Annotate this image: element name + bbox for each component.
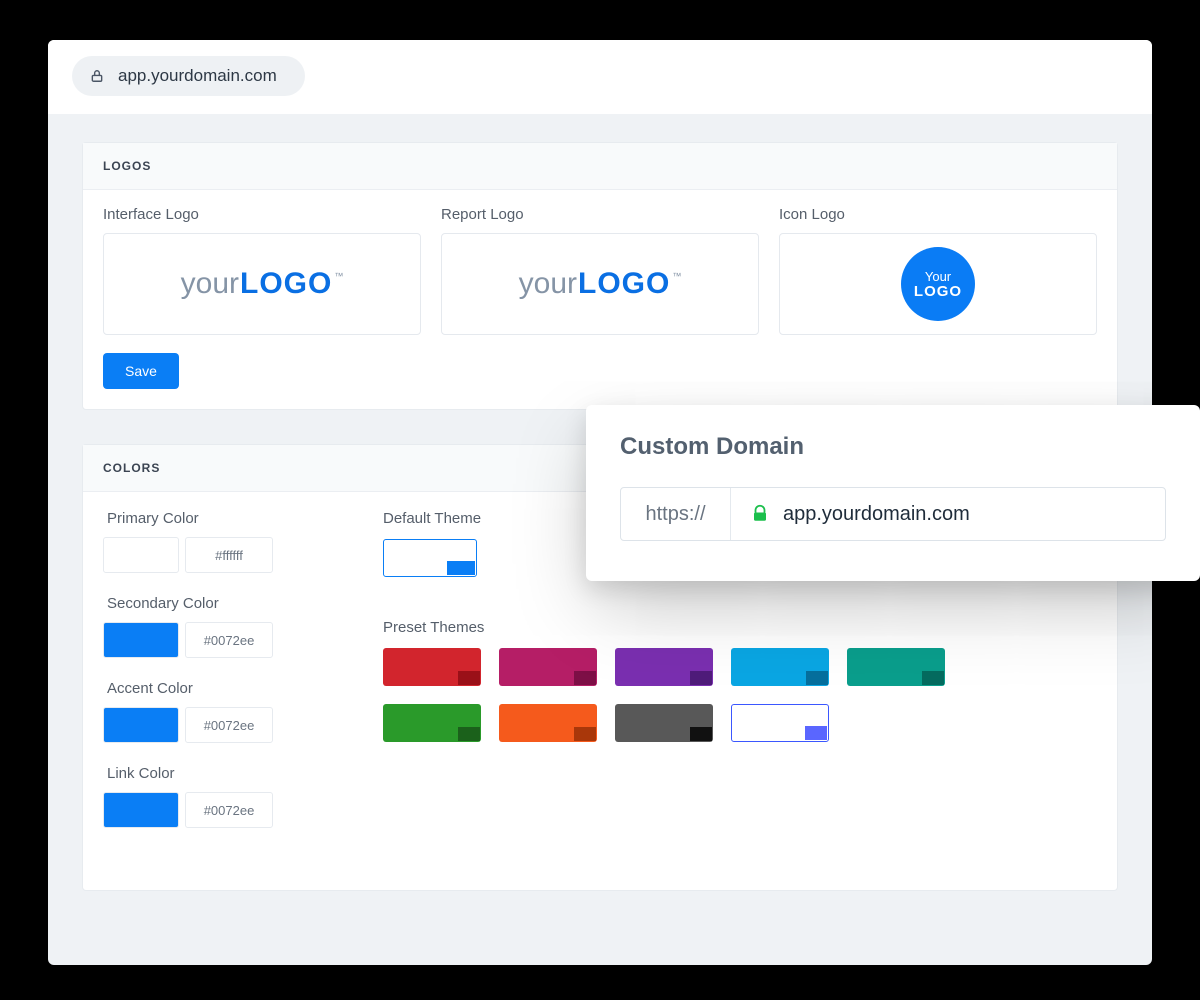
preset-theme-accent: [458, 671, 480, 685]
report-logo-label: Report Logo: [441, 206, 759, 223]
preset-theme[interactable]: [731, 648, 829, 686]
logo-wordmark: yourLOGO™: [519, 267, 682, 301]
preset-theme[interactable]: [499, 648, 597, 686]
icon-logo-box[interactable]: Your LOGO: [779, 233, 1097, 335]
preset-theme[interactable]: [615, 648, 713, 686]
preset-theme-accent: [690, 671, 712, 685]
default-theme-accent: [447, 561, 475, 575]
logo-wordmark: yourLOGO™: [181, 267, 344, 301]
preset-theme-accent: [574, 671, 596, 685]
preset-theme-accent: [806, 671, 828, 685]
secondary-color-hex[interactable]: #0072ee: [185, 622, 273, 658]
custom-domain-input[interactable]: https:// app.yourdomain.com: [620, 487, 1166, 541]
preset-theme-accent: [458, 727, 480, 741]
preset-theme-accent: [805, 726, 827, 740]
preset-theme[interactable]: [383, 648, 481, 686]
browser-bar: app.yourdomain.com: [48, 40, 1152, 114]
url-text: app.yourdomain.com: [118, 66, 277, 86]
primary-color-swatch[interactable]: [103, 537, 179, 573]
logos-panel: LOGOS Interface Logo yourLOGO™ Report Lo…: [82, 142, 1118, 410]
save-button[interactable]: Save: [103, 353, 179, 389]
preset-theme[interactable]: [383, 704, 481, 742]
link-color-swatch[interactable]: [103, 792, 179, 828]
accent-color-swatch[interactable]: [103, 707, 179, 743]
link-color-hex[interactable]: #0072ee: [185, 792, 273, 828]
preset-theme[interactable]: [499, 704, 597, 742]
color-fields: Primary Color #ffffff Secondary Color #0…: [103, 510, 323, 850]
accent-color-field: Accent Color #0072ee: [103, 680, 323, 743]
url-pill[interactable]: app.yourdomain.com: [72, 56, 305, 96]
preset-theme-grid: [383, 648, 983, 742]
domain-value-text: app.yourdomain.com: [783, 503, 970, 526]
logos-heading: LOGOS: [83, 143, 1117, 190]
preset-theme[interactable]: [615, 704, 713, 742]
primary-color-label: Primary Color: [107, 510, 323, 527]
secondary-color-field: Secondary Color #0072ee: [103, 595, 323, 658]
report-logo-box[interactable]: yourLOGO™: [441, 233, 759, 335]
custom-domain-title: Custom Domain: [620, 433, 1166, 461]
preset-theme[interactable]: [731, 704, 829, 742]
interface-logo-group: Interface Logo yourLOGO™: [103, 206, 421, 335]
preset-theme-accent: [690, 727, 712, 741]
interface-logo-box[interactable]: yourLOGO™: [103, 233, 421, 335]
domain-value-wrap: app.yourdomain.com: [731, 488, 1165, 540]
icon-logo-group: Icon Logo Your LOGO: [779, 206, 1097, 335]
accent-color-hex[interactable]: #0072ee: [185, 707, 273, 743]
report-logo-group: Report Logo yourLOGO™: [441, 206, 759, 335]
interface-logo-label: Interface Logo: [103, 206, 421, 223]
preset-theme-accent: [922, 671, 944, 685]
default-theme-swatch[interactable]: [383, 539, 477, 577]
domain-prefix: https://: [621, 488, 731, 540]
link-color-label: Link Color: [107, 765, 323, 782]
preset-theme[interactable]: [847, 648, 945, 686]
logo-circle-icon: Your LOGO: [901, 247, 975, 321]
lock-secure-icon: [751, 504, 769, 524]
link-color-field: Link Color #0072ee: [103, 765, 323, 828]
lock-icon: [90, 69, 104, 83]
secondary-color-label: Secondary Color: [107, 595, 323, 612]
accent-color-label: Accent Color: [107, 680, 323, 697]
preset-themes-label: Preset Themes: [383, 619, 1097, 636]
secondary-color-swatch[interactable]: [103, 622, 179, 658]
primary-color-field: Primary Color #ffffff: [103, 510, 323, 573]
custom-domain-card: Custom Domain https:// app.yourdomain.co…: [586, 405, 1200, 581]
primary-color-hex[interactable]: #ffffff: [185, 537, 273, 573]
icon-logo-label: Icon Logo: [779, 206, 1097, 223]
preset-theme-accent: [574, 727, 596, 741]
